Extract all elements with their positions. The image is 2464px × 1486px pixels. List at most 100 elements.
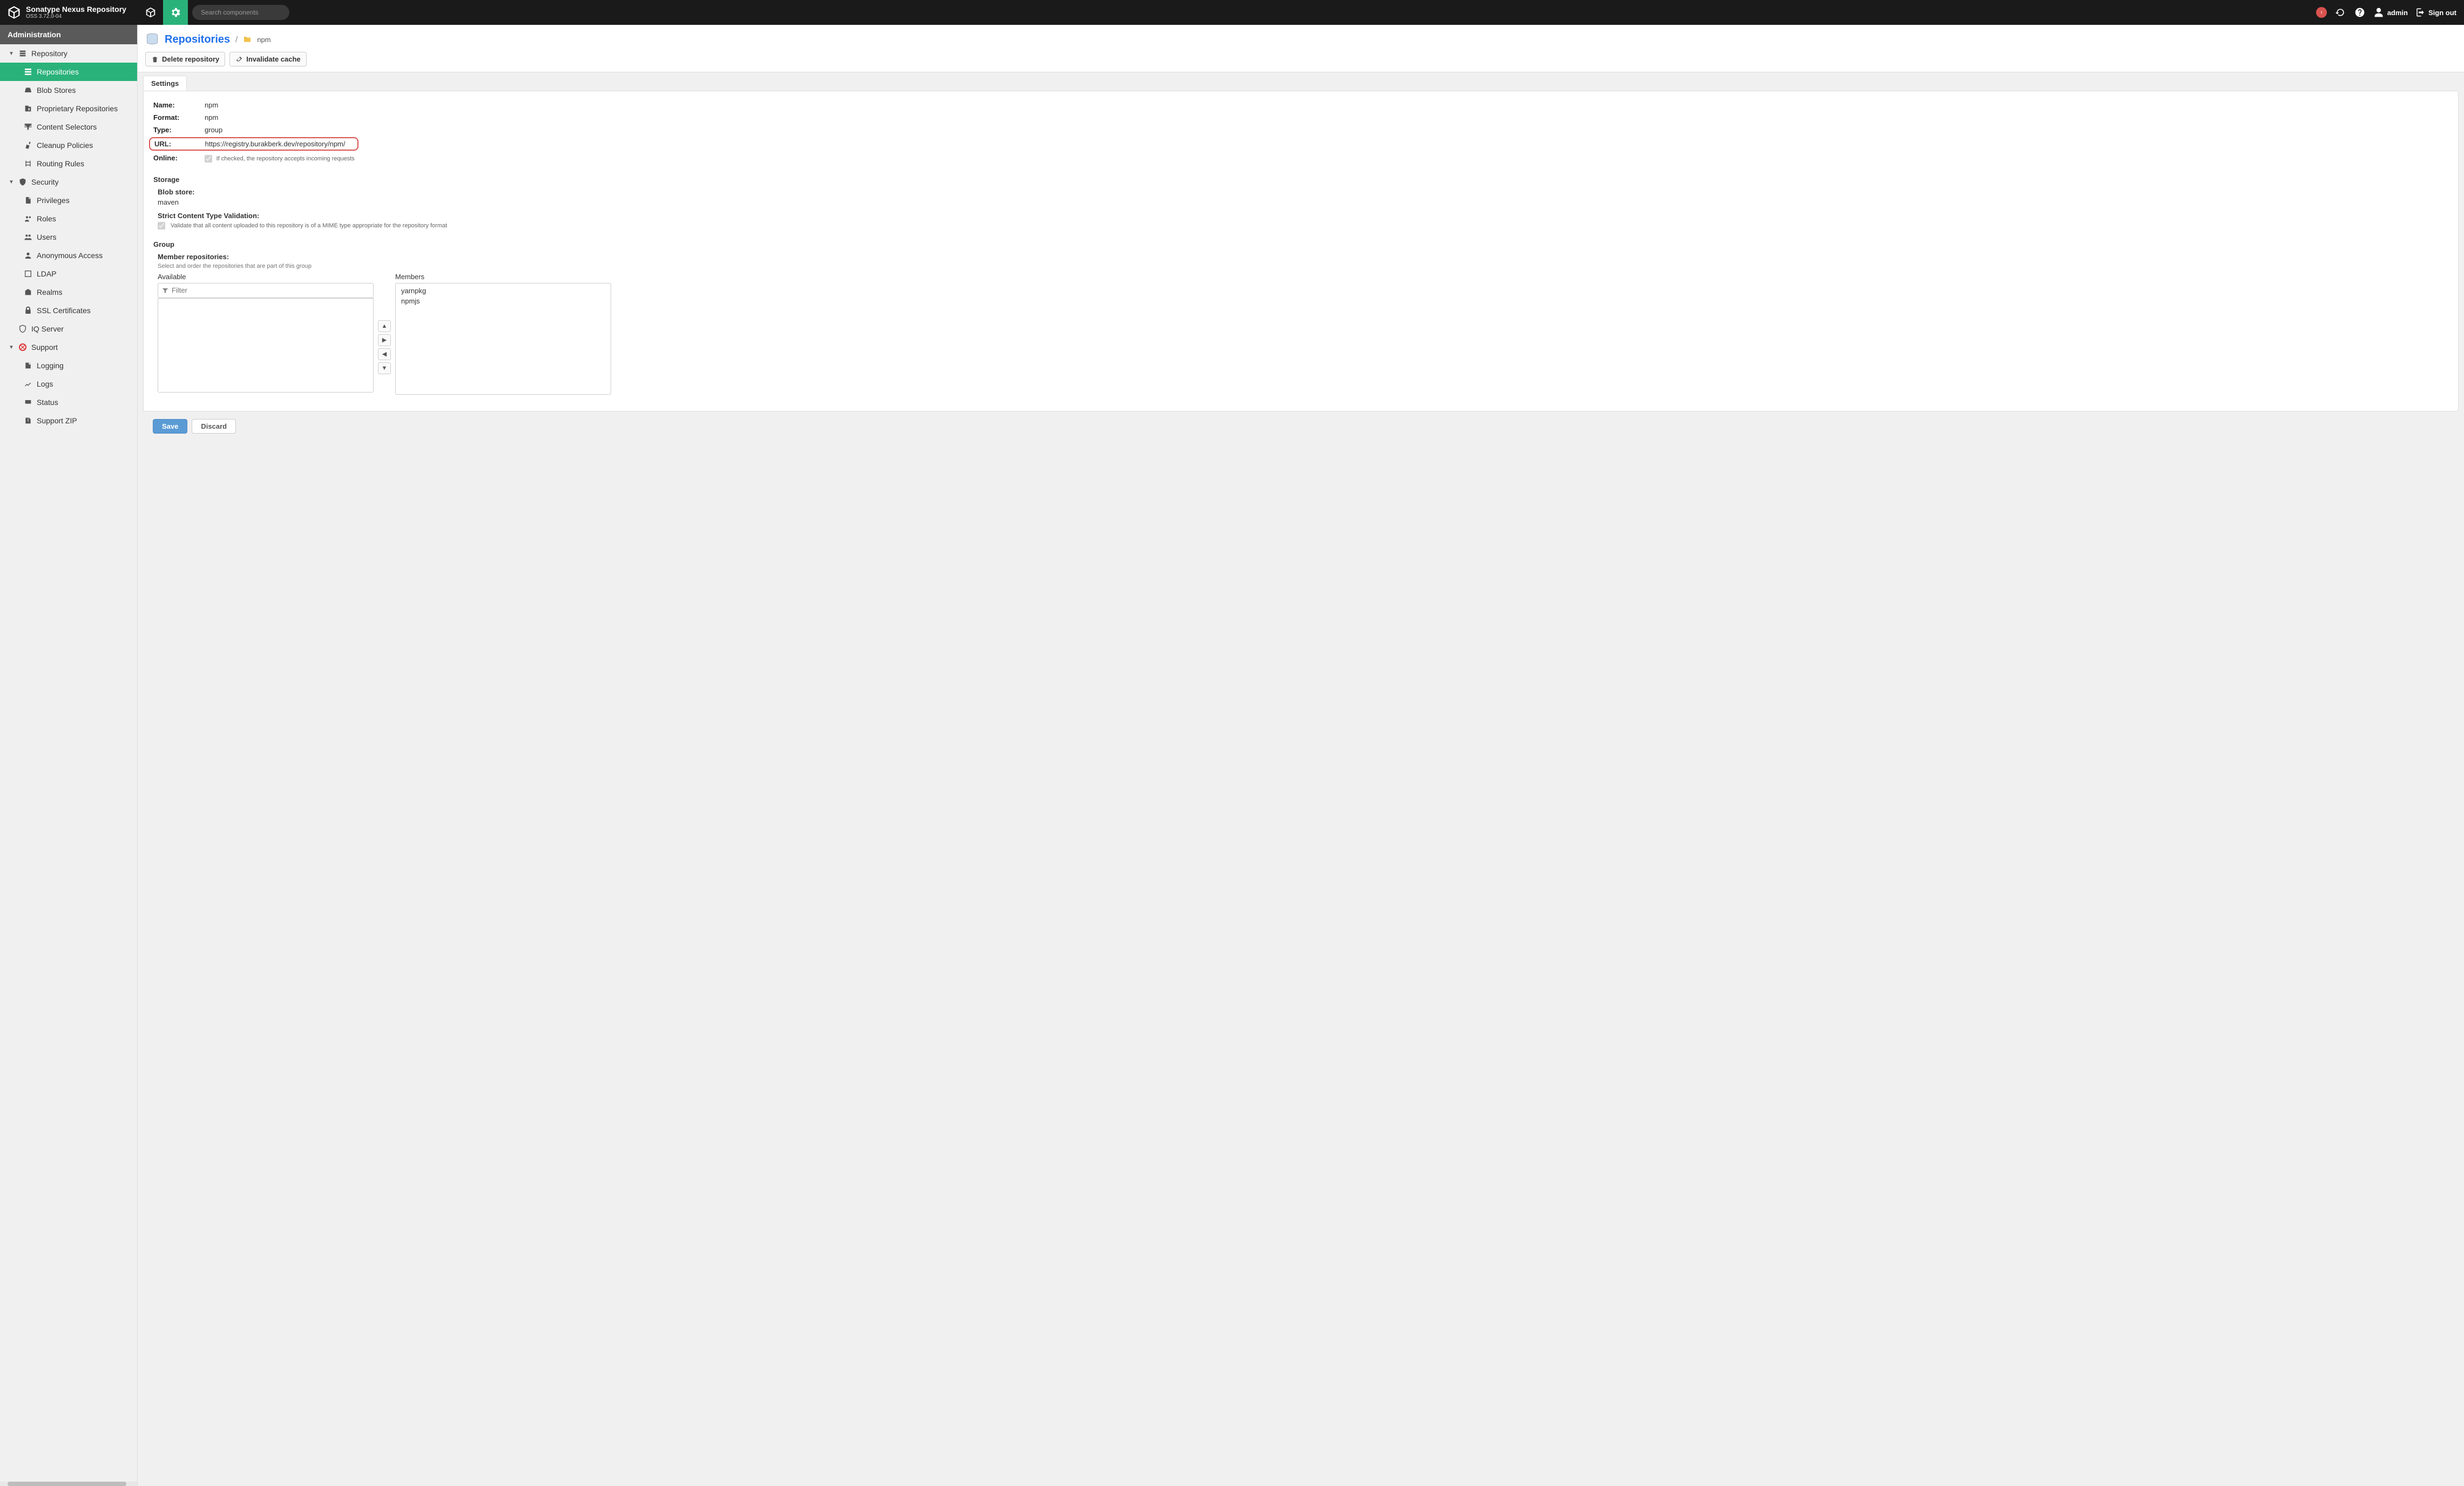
trash-icon (151, 56, 159, 63)
sidebar: Administration ▼RepositoryRepositoriesBl… (0, 25, 138, 1486)
browse-tab[interactable] (138, 0, 163, 25)
available-title: Available (158, 273, 374, 281)
available-list[interactable] (158, 298, 374, 393)
routing-icon (24, 159, 32, 168)
save-button[interactable]: Save (153, 419, 187, 434)
sidebar-item-users[interactable]: Users (0, 228, 137, 246)
sidebar-scrollbar[interactable] (0, 1482, 137, 1486)
sidebar-item-label: Content Selectors (37, 123, 97, 131)
sidebar-item-iq[interactable]: IQ Server (0, 320, 137, 338)
alert-icon[interactable] (2316, 7, 2327, 18)
sidebar-item-label: Realms (37, 288, 62, 296)
blob-store-label: Blob store: (158, 188, 2448, 196)
members-list[interactable]: yarnpkgnpmjs (395, 283, 611, 395)
users-icon (24, 233, 32, 241)
user-menu[interactable]: admin (2373, 7, 2408, 18)
main-panel: Repositories / npm Delete repository Inv… (138, 25, 2464, 1486)
sidebar-item-label: Anonymous Access (37, 251, 103, 260)
delete-repository-button[interactable]: Delete repository (145, 52, 225, 66)
available-filter-input[interactable] (172, 286, 370, 294)
search-box[interactable] (192, 5, 289, 20)
product-title: Sonatype Nexus Repository (26, 5, 126, 13)
sidebar-item-logging[interactable]: Logging (0, 356, 137, 375)
repositories-icon (24, 67, 32, 76)
sidebar-item-blobstores[interactable]: Blob Stores (0, 81, 137, 99)
sidebar-tree: ▼Repository Repositories Blob Stores Propri… (0, 44, 137, 1482)
help-button[interactable] (2354, 6, 2366, 18)
sidebar-item-repositories[interactable]: Repositories (0, 63, 137, 81)
realms-icon (24, 288, 32, 296)
invalidate-cache-button[interactable]: Invalidate cache (229, 52, 306, 66)
strict-content-label: Strict Content Type Validation: (158, 212, 2448, 220)
sidebar-item-status[interactable]: Status (0, 393, 137, 411)
database-icon (145, 32, 159, 46)
footer-buttons: Save Discard (143, 411, 2459, 439)
dual-list: Available ▲ ▶ ◀ ▼ (158, 273, 2448, 395)
sidebar-item-label: Proprietary Repositories (37, 104, 118, 113)
invalidate-cache-label: Invalidate cache (246, 55, 300, 63)
available-filter[interactable] (158, 283, 374, 298)
discard-button[interactable]: Discard (192, 419, 236, 434)
sidebar-item-repository[interactable]: ▼Repository (0, 44, 137, 63)
sidebar-item-label: Status (37, 398, 58, 407)
signout-button[interactable]: Sign out (2415, 8, 2456, 17)
delete-repository-label: Delete repository (162, 55, 219, 63)
list-item[interactable]: yarnpkg (396, 286, 611, 296)
members-title: Members (395, 273, 611, 281)
sidebar-item-ssl[interactable]: SSL Certificates (0, 301, 137, 320)
sidebar-item-routing[interactable]: Routing Rules (0, 154, 137, 173)
breadcrumb-sep: / (235, 35, 238, 44)
sidebar-item-anon[interactable]: Anonymous Access (0, 246, 137, 265)
filter-icon (161, 287, 169, 294)
support-zip-icon (24, 416, 32, 425)
anon-icon (24, 251, 32, 260)
move-right-button[interactable]: ▶ (378, 334, 391, 346)
tabstrip: Settings (138, 72, 2464, 91)
sidebar-item-label: Support ZIP (37, 416, 77, 425)
sidebar-item-support-zip[interactable]: Support ZIP (0, 411, 137, 430)
breadcrumb-main[interactable]: Repositories (165, 33, 230, 46)
sidebar-item-content-selectors[interactable]: Content Selectors (0, 118, 137, 136)
strict-content-help: Validate that all content uploaded to th… (171, 222, 447, 229)
logs-icon (24, 380, 32, 388)
top-header: Sonatype Nexus Repository OSS 3.72.0-04 … (0, 0, 2464, 25)
sidebar-item-label: Repositories (37, 67, 79, 76)
eraser-icon (235, 56, 243, 63)
list-item[interactable]: npmjs (396, 296, 611, 306)
sidebar-item-ldap[interactable]: LDAP (0, 265, 137, 283)
sidebar-item-roles[interactable]: Roles (0, 210, 137, 228)
strict-content-checkbox[interactable] (158, 222, 165, 229)
product-version: OSS 3.72.0-04 (26, 13, 126, 19)
tab-settings[interactable]: Settings (143, 76, 187, 91)
search-input[interactable] (201, 9, 285, 16)
breadcrumb-leaf: npm (257, 36, 270, 44)
member-repos-help: Select and order the repositories that a… (158, 263, 2448, 269)
sidebar-item-realms[interactable]: Realms (0, 283, 137, 301)
folder-icon (243, 35, 252, 44)
sidebar-item-proprietary[interactable]: Proprietary Repositories (0, 99, 137, 118)
sidebar-item-label: IQ Server (31, 325, 64, 333)
sidebar-item-label: Privileges (37, 196, 70, 205)
nexus-logo-icon (6, 5, 22, 20)
admin-tab[interactable] (163, 0, 188, 25)
sidebar-item-support[interactable]: ▼Support (0, 338, 137, 356)
sidebar-item-cleanup[interactable]: Cleanup Policies (0, 136, 137, 154)
move-down-button[interactable]: ▼ (378, 362, 391, 374)
sidebar-item-label: Blob Stores (37, 86, 76, 94)
member-repos-label: Member repositories: (158, 253, 2448, 261)
online-checkbox[interactable] (205, 155, 212, 163)
url-highlight: URL: https://registry.burakberk.dev/repo… (149, 137, 358, 151)
refresh-button[interactable] (2334, 6, 2346, 18)
storage-section-title: Storage (153, 175, 2448, 184)
move-left-button[interactable]: ◀ (378, 348, 391, 360)
proprietary-icon (24, 104, 32, 113)
ssl-icon (24, 306, 32, 315)
move-up-button[interactable]: ▲ (378, 320, 391, 332)
caret-icon: ▼ (9, 179, 14, 185)
url-value[interactable]: https://registry.burakberk.dev/repositor… (205, 140, 346, 148)
sidebar-item-logs[interactable]: Logs (0, 375, 137, 393)
sidebar-item-label: Routing Rules (37, 159, 84, 168)
product-logo-block: Sonatype Nexus Repository OSS 3.72.0-04 (0, 5, 133, 20)
sidebar-item-privileges[interactable]: Privileges (0, 191, 137, 210)
sidebar-item-security[interactable]: ▼Security (0, 173, 137, 191)
